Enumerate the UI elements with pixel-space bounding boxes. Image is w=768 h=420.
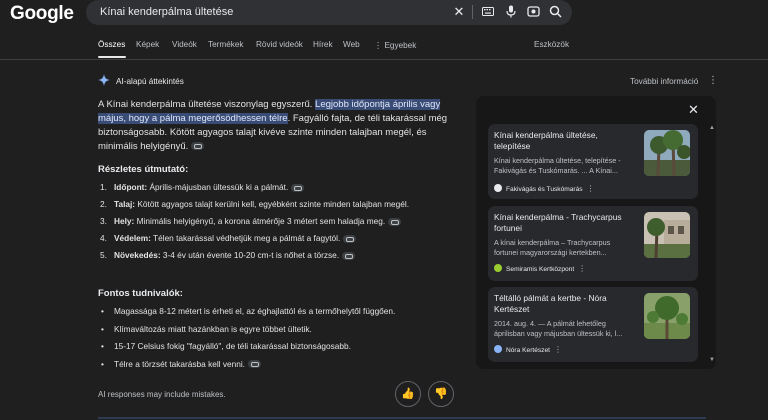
- list-item: 3. Hely: Minimális helyigényű, a korona á…: [98, 215, 458, 227]
- microphone-icon[interactable]: [504, 5, 518, 19]
- thumbs-up-icon: 👍: [401, 388, 415, 400]
- facts-list: Magassága 8-12 métert is érheti el, az é…: [98, 305, 458, 375]
- source-card[interactable]: Kínai kenderpálma ültetése, telepítése K…: [488, 124, 698, 199]
- more-info-link[interactable]: További információ: [630, 77, 698, 86]
- more-vert-icon: ⋮: [374, 41, 385, 50]
- scroll-up-icon[interactable]: ▲: [709, 125, 715, 131]
- keyboard-icon[interactable]: [481, 5, 495, 19]
- thumbs-up-button[interactable]: 👍: [395, 381, 421, 407]
- step-label: Időpont:: [114, 182, 148, 192]
- ai-disclaimer: AI responses may include mistakes.: [98, 390, 226, 399]
- step-text: Április-májusban ültessük ki a pálmát.: [147, 182, 289, 192]
- step-label: Hely:: [114, 216, 135, 226]
- bottom-divider: [98, 417, 706, 419]
- favicon-icon: [494, 345, 502, 353]
- link-icon[interactable]: [342, 251, 356, 260]
- step-text: 3-4 év után évente 10-20 cm-t is nőhet a…: [160, 250, 340, 260]
- tab-kepek[interactable]: Képek: [136, 40, 159, 49]
- step-number: 5.: [100, 250, 107, 260]
- fact-text: Télre a törzsét takarásba kell venni.: [114, 358, 245, 369]
- search-bar[interactable]: Kínai kenderpálma ültetése ✕: [86, 0, 572, 25]
- fact-text: Magassága 8-12 métert is érheti el, az é…: [114, 306, 396, 316]
- source-desc: A kínai kenderpálma – Trachycarpus fortu…: [494, 238, 611, 257]
- fact-text: Klímaváltozás miatt hazánkban is egyre t…: [114, 323, 312, 334]
- source-title[interactable]: Kínai kenderpálma - Trachycarpus fortune…: [494, 212, 634, 234]
- source-card[interactable]: Kínai kenderpálma - Trachycarpus fortune…: [488, 206, 698, 281]
- source-title[interactable]: Kínai kenderpálma ültetése, telepítése: [494, 130, 634, 152]
- source-title[interactable]: Téltálló pálmát a kertbe - Nóra Kertésze…: [494, 293, 634, 315]
- active-tab-indicator: [98, 56, 126, 58]
- tools-button[interactable]: Eszközök: [534, 40, 569, 49]
- link-icon[interactable]: [388, 217, 402, 226]
- favicon-icon: [494, 184, 502, 192]
- list-item: 2. Talaj: Kötött agyagos talajt kerülni k…: [98, 198, 458, 210]
- thumbs-down-icon: 👎: [434, 388, 448, 400]
- ai-sparkle-icon: [98, 74, 110, 86]
- ai-overview-intro: A Kínai kenderpálma ültetése viszonylag …: [98, 98, 460, 154]
- search-divider: [472, 5, 473, 19]
- ai-overview-heading: AI-alapú áttekintés: [116, 77, 184, 86]
- intro-text: A Kínai kenderpálma ültetése viszonylag …: [98, 99, 316, 110]
- thumbs-down-button[interactable]: 👎: [428, 381, 454, 407]
- step-number: 4.: [100, 233, 107, 243]
- source-desc: 2014. aug. 4. — A pálmát lehetőleg ápril…: [494, 319, 623, 338]
- guide-heading: Részletes útmutató:: [98, 164, 189, 175]
- more-options-icon[interactable]: ⋮: [578, 264, 586, 273]
- clear-icon[interactable]: ✕: [452, 5, 466, 19]
- google-logo[interactable]: Google: [10, 3, 74, 25]
- step-number: 2.: [100, 199, 107, 209]
- tab-termekek[interactable]: Termékek: [208, 40, 244, 49]
- list-item: 15-17 Celsius fokig "fagyálló", de téli …: [98, 340, 458, 352]
- source-thumbnail[interactable]: [644, 293, 690, 339]
- step-text: Kötött agyagos talajt kerülni kell, egyé…: [135, 199, 410, 209]
- link-icon[interactable]: [247, 360, 261, 369]
- step-number: 3.: [100, 216, 107, 226]
- step-text: Minimális helyigényű, a korona átmérője …: [134, 216, 386, 226]
- step-label: Védelem:: [114, 233, 151, 243]
- source-name: Nóra Kertészet: [506, 347, 550, 354]
- list-item: 4. Védelem: Télen takarással védhetjük me…: [98, 232, 458, 244]
- source-thumbnail[interactable]: [644, 212, 690, 258]
- link-icon[interactable]: [291, 183, 305, 192]
- link-icon[interactable]: [191, 142, 205, 151]
- fact-text: 15-17 Celsius fokig "fagyálló", de téli …: [114, 341, 351, 351]
- tab-web[interactable]: Web: [343, 40, 360, 49]
- list-item: Magassága 8-12 métert is érheti el, az é…: [98, 305, 458, 317]
- header-divider: [0, 59, 768, 60]
- lens-icon[interactable]: [526, 5, 540, 19]
- more-options-icon[interactable]: ⋮: [587, 184, 595, 193]
- list-item: Télre a törzsét takarásba kell venni.: [98, 358, 458, 370]
- close-icon[interactable]: ✕: [688, 102, 699, 118]
- favicon-icon: [494, 264, 502, 272]
- tab-osszes[interactable]: Összes: [98, 40, 125, 49]
- step-label: Talaj:: [114, 199, 136, 209]
- search-icon[interactable]: [548, 5, 562, 19]
- facts-heading: Fontos tudnivalók:: [98, 288, 183, 299]
- source-card[interactable]: Téltálló pálmát a kertbe - Nóra Kertésze…: [488, 287, 698, 362]
- list-item: Klímaváltozás miatt hazánkban is egyre t…: [98, 323, 458, 335]
- step-label: Növekedés:: [114, 250, 161, 260]
- list-item: 1. Időpont: Április-májusban ültessük ki …: [98, 181, 458, 193]
- source-thumbnail[interactable]: [644, 130, 690, 176]
- search-input[interactable]: Kínai kenderpálma ültetése: [100, 6, 233, 18]
- tab-more-label: Egyebek: [384, 41, 417, 50]
- source-name: Semiramis Kertközpont: [506, 266, 575, 273]
- scroll-down-icon[interactable]: ▼: [709, 357, 715, 363]
- step-number: 1.: [100, 182, 107, 192]
- tab-rovid-videok[interactable]: Rövid videók: [256, 40, 303, 49]
- more-options-icon[interactable]: ⋮: [554, 345, 562, 354]
- more-options-icon[interactable]: ⋮: [708, 75, 718, 86]
- list-item: 5. Növekedés: 3-4 év után évente 10-20 cm…: [98, 249, 458, 261]
- source-name: Fakivágás és Tuskómarás: [506, 186, 583, 193]
- guide-steps: 1. Időpont: Április-májusban ültessük ki …: [98, 181, 458, 266]
- source-desc: Kínai kenderpálma ültetése, telepítése -…: [494, 156, 621, 175]
- tab-hirek[interactable]: Hírek: [313, 40, 333, 49]
- tab-more[interactable]: ⋮ Egyebek: [374, 40, 416, 50]
- step-text: Télen takarással védhetjük meg a pálmát …: [150, 233, 341, 243]
- link-icon[interactable]: [343, 234, 357, 243]
- tab-videok[interactable]: Videók: [172, 40, 197, 49]
